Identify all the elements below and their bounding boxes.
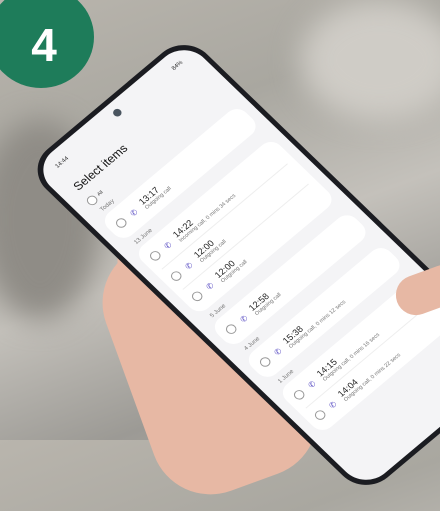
checkbox-icon[interactable] xyxy=(113,216,129,230)
background-blur xyxy=(300,0,440,120)
step-number: 4 xyxy=(31,19,57,71)
phone-outgoing-icon: ✆ xyxy=(203,280,216,292)
checkbox-icon[interactable] xyxy=(257,355,273,369)
status-time: 14:44 xyxy=(54,155,71,170)
call-group-card: ✆ 14:22 Incoming call, 0 mins 34 secs ✆ 12:0… xyxy=(133,137,337,316)
phone-outgoing-icon: ✆ xyxy=(326,399,339,410)
phone-outgoing-icon: ✆ xyxy=(161,240,174,251)
phone-outgoing-icon: ✆ xyxy=(127,207,140,218)
select-all-label: All xyxy=(96,189,105,198)
checkbox-icon[interactable] xyxy=(223,322,239,336)
phone-outgoing-icon: ✆ xyxy=(182,260,195,271)
checkbox-icon[interactable] xyxy=(291,388,307,402)
phone-outgoing-icon: ✆ xyxy=(305,379,318,390)
checkbox-icon[interactable] xyxy=(312,408,328,422)
checkbox-icon xyxy=(84,193,100,208)
phone-outgoing-icon: ✆ xyxy=(271,346,284,357)
status-battery: 84% xyxy=(170,60,185,72)
phone-outgoing-icon: ✆ xyxy=(237,313,250,324)
checkbox-icon[interactable] xyxy=(189,289,205,304)
checkbox-icon[interactable] xyxy=(147,249,163,263)
step-badge: 4 xyxy=(0,0,94,88)
checkbox-icon[interactable] xyxy=(168,269,184,283)
